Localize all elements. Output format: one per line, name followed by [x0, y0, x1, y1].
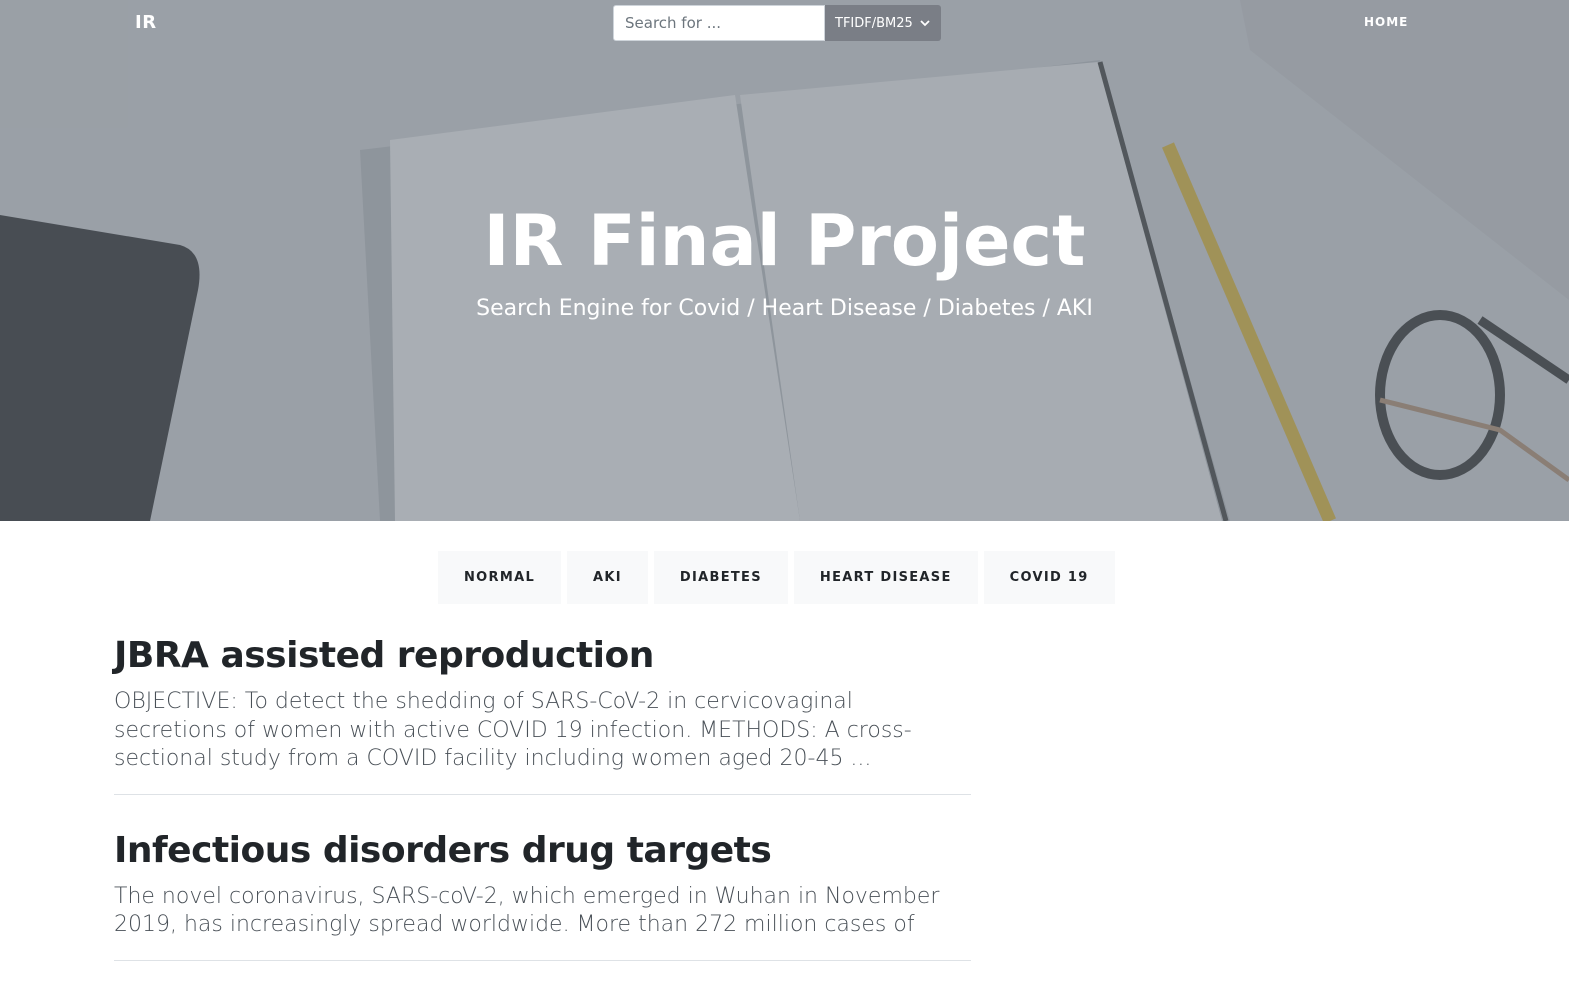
filter-aki-button[interactable]: AKI: [567, 551, 648, 604]
result-item: Infectious disorders drug targets The no…: [114, 825, 971, 961]
filter-diabetes-button[interactable]: DIABETES: [653, 551, 788, 604]
result-title-link[interactable]: Infectious disorders drug targets: [114, 825, 971, 877]
search-results: JBRA assisted reproduction OBJECTIVE: To…: [114, 630, 971, 991]
top-navbar: IR TFIDF/BM25 HOME: [0, 0, 1569, 46]
result-abstract: OBJECTIVE: To detect the shedding of SAR…: [114, 689, 912, 771]
filter-normal-button[interactable]: NORMAL: [438, 551, 562, 604]
nav-home-link[interactable]: HOME: [1364, 15, 1408, 29]
result-abstract: The novel coronavirus, SARS-coV-2, which…: [114, 883, 940, 938]
model-select[interactable]: TFIDF/BM25: [825, 5, 941, 41]
filter-heart-disease-button[interactable]: HEART DISEASE: [793, 551, 978, 604]
brand-logo[interactable]: IR: [135, 12, 157, 33]
search-form: TFIDF/BM25: [613, 5, 941, 41]
page-subtitle: Search Engine for Covid / Heart Disease …: [476, 296, 1093, 321]
model-select-value: TFIDF/BM25: [835, 15, 913, 31]
search-input[interactable]: [613, 5, 825, 41]
category-filter-bar: NORMAL AKI DIABETES HEART DISEASE COVID …: [438, 551, 1115, 604]
filter-covid-19-button[interactable]: COVID 19: [983, 551, 1115, 604]
result-item: JBRA assisted reproduction OBJECTIVE: To…: [114, 630, 971, 795]
result-title-link[interactable]: JBRA assisted reproduction: [114, 630, 971, 682]
hero-header: IR TFIDF/BM25 HOME IR Final Project Sear…: [0, 0, 1569, 521]
page-title: IR Final Project: [483, 200, 1086, 282]
chevron-down-icon: [920, 20, 930, 27]
